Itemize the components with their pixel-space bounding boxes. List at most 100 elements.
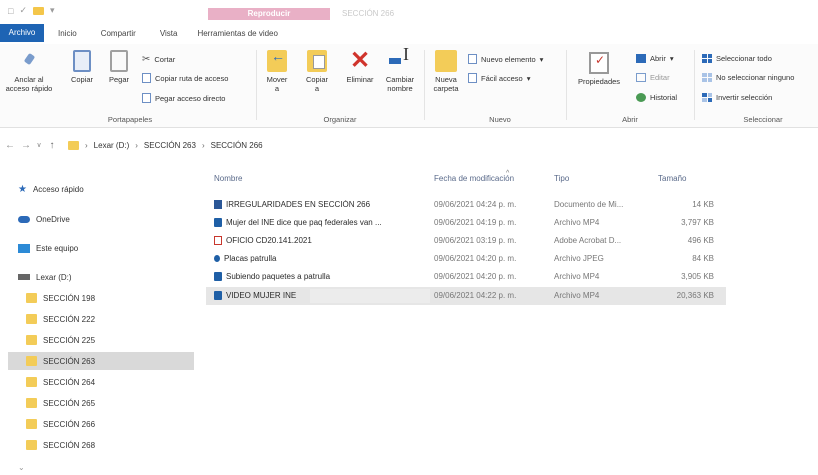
folder-icon [26,314,37,324]
folder-icon [26,398,37,408]
nav-folder-label: SECCIÓN 268 [43,440,96,450]
file-date: 09/06/2021 04:20 p. m. [434,254,517,263]
edit-button[interactable]: Editar [636,73,670,82]
file-name: IRREGULARIDADES EN SECCIÓN 266 [226,200,371,209]
delete-label: Eliminar [346,75,374,84]
folder-icon [68,140,79,150]
file-date: 09/06/2021 04:20 p. m. [434,272,517,281]
column-header-type[interactable]: Tipo [554,174,569,183]
nav-folder-item-selected[interactable]: SECCIÓN 263 [8,352,194,370]
file-name: Subiendo paquetes a patrulla [226,272,331,281]
nav-folder-item[interactable]: SECCIÓN 266 [8,415,194,433]
forward-arrow-icon[interactable]: → [18,140,34,151]
file-name: Placas patrulla [224,254,277,263]
breadcrumb-parent[interactable]: SECCIÓN 263 [144,141,196,150]
column-header-name[interactable]: Nombre [214,174,242,183]
check-icon[interactable]: ✓ [19,5,27,16]
open-button[interactable]: Abrir ▾ [636,54,674,63]
folder-icon[interactable] [32,6,44,15]
group-label-seleccionar: Seleccionar [743,115,783,124]
paste-button[interactable]: Pegar [104,50,134,84]
rename-button[interactable]: Cambiar nombre [380,50,420,93]
nav-folder-item[interactable]: SECCIÓN 265 [8,394,194,412]
pin-quick-access-button[interactable]: Anclar al acceso rápido [4,52,54,93]
breadcrumb-separator-icon[interactable]: › [135,141,138,150]
chevron-down-icon: ▾ [669,54,674,63]
properties-label: Propiedades [577,77,621,86]
file-name-cell: OFICIO CD20.141.2021 [214,236,424,245]
video-file-icon [214,272,222,281]
nav-folder-item[interactable]: SECCIÓN 268 [8,436,194,454]
history-icon [636,93,646,102]
scroll-down-icon[interactable]: ⌄ [18,463,25,472]
copy-path-button[interactable]: Copiar ruta de acceso [142,73,228,83]
select-all-button[interactable]: Seleccionar todo [702,54,772,63]
paste-shortcut-button[interactable]: Pegar acceso directo [142,93,225,103]
nav-folder-label: SECCIÓN 263 [43,356,96,366]
recent-locations-icon[interactable]: ∨ [34,141,44,149]
context-tab-reproducir[interactable]: Reproducir [208,8,330,20]
nav-folder-item[interactable]: SECCIÓN 198 [8,289,194,307]
delete-button[interactable]: ✕ Eliminar [340,47,380,85]
up-arrow-icon[interactable]: ↑ [44,140,60,151]
nav-item-acceso-rapido[interactable]: ★ Acceso rápido [8,180,194,198]
file-row[interactable]: Placas patrulla 09/06/2021 04:20 p. m. A… [206,250,726,268]
nav-item-drive[interactable]: Lexar (D:) [8,268,194,286]
invert-selection-button[interactable]: Invertir selección [702,93,772,102]
copy-to-label-2: a [314,84,320,93]
tab-herramientas-video[interactable]: Herramientas de video [189,29,289,38]
tab-archivo[interactable]: Archivo [0,24,44,42]
copy-to-label-1: Copiar [305,75,329,84]
nav-folder-item[interactable]: SECCIÓN 222 [8,310,194,328]
tab-inicio[interactable]: Inicio [44,29,89,38]
file-size: 3,797 KB [681,218,714,227]
nav-item-este-equipo[interactable]: Este equipo [8,239,194,257]
file-row-selected[interactable]: VIDEO MUJER INE 09/06/2021 04:22 p. m. A… [206,287,726,305]
new-folder-label-2: carpeta [433,84,459,93]
easy-access-button[interactable]: Fácil acceso ▾ [468,73,530,83]
nav-folder-item[interactable]: SECCIÓN 225 [8,331,194,349]
file-row[interactable]: Mujer del INE dice que paq federales van… [206,214,726,232]
history-button[interactable]: Historial [636,93,677,102]
copy-to-button[interactable]: Copiar a [300,50,334,93]
qat-dropdown-icon[interactable]: ▾ [50,5,55,16]
cut-button[interactable]: ✂ Cortar [142,54,175,65]
file-row[interactable]: IRREGULARIDADES EN SECCIÓN 266 09/06/202… [206,196,726,214]
file-name-cell: VIDEO MUJER INE [214,291,424,300]
new-item-button[interactable]: Nuevo elemento ▾ [468,54,543,64]
pdf-file-icon [214,236,222,245]
tab-compartir[interactable]: Compartir [89,29,148,38]
breadcrumb-drive[interactable]: Lexar (D:) [94,141,130,150]
breadcrumb-separator-icon[interactable]: › [85,141,88,150]
copy-to-icon [307,50,327,72]
drive-icon [18,274,30,280]
history-label: Historial [650,93,678,102]
new-folder-button[interactable]: Nueva carpeta [428,50,464,93]
breadcrumb-separator-icon[interactable]: › [202,141,205,150]
column-header-size[interactable]: Tamaño [658,174,686,183]
nav-folder-label: SECCIÓN 198 [43,293,96,303]
file-row[interactable]: OFICIO CD20.141.2021 09/06/2021 03:19 p.… [206,232,726,250]
move-to-button[interactable]: Mover a [262,50,292,93]
folder-icon [26,293,37,303]
tab-vista[interactable]: Vista [148,29,190,38]
file-row[interactable]: Subiendo paquetes a patrulla 09/06/2021 … [206,268,726,286]
column-header-date[interactable]: Fecha de modificación [434,174,514,183]
nav-folder-item[interactable]: SECCIÓN 264 [8,373,194,391]
copy-button[interactable]: Copiar [66,50,98,84]
properties-button[interactable]: Propiedades [570,52,628,86]
breadcrumb-current[interactable]: SECCIÓN 266 [211,141,263,150]
nav-folder-label: SECCIÓN 222 [43,314,96,324]
back-arrow-icon[interactable]: ← [2,140,18,151]
nav-item-onedrive[interactable]: OneDrive [8,210,194,228]
copy-icon [73,50,91,72]
chevron-down-icon: ▾ [539,54,544,64]
address-bar[interactable]: › Lexar (D:) › SECCIÓN 263 › SECCIÓN 266 [68,140,263,150]
nav-item-label: Acceso rápido [32,184,84,194]
nav-folder-label: SECCIÓN 266 [43,419,96,429]
ribbon-tabs: Archivo Inicio Compartir Vista Herramien… [0,24,818,42]
select-none-button[interactable]: No seleccionar ninguno [702,73,794,82]
save-icon[interactable]: □ [8,6,13,16]
delete-icon: ✕ [350,47,371,74]
rename-icon [389,50,411,72]
